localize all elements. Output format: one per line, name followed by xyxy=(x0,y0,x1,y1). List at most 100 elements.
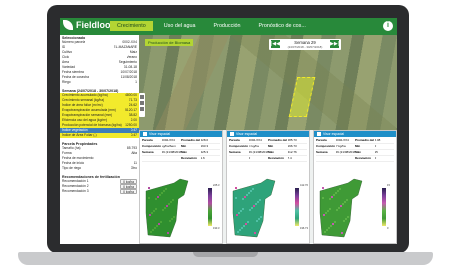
field-raster-map xyxy=(319,178,363,238)
spatial-viewer-panels: Visor espacial Parcela 0002-XX4 Promedio de… xyxy=(139,130,397,244)
raster-cell xyxy=(155,208,157,210)
stats-cell: 0 xyxy=(374,144,377,148)
raster-cell xyxy=(328,227,330,229)
nav-item-2[interactable]: Producción xyxy=(207,21,248,31)
raster-cell xyxy=(239,229,241,231)
layers-icon[interactable] xyxy=(140,107,144,111)
raster-cell xyxy=(235,197,237,199)
raster-cell xyxy=(242,208,244,210)
nav-item-3[interactable]: Pronóstico de cos... xyxy=(252,21,313,31)
color-scale-max: 412.76 xyxy=(300,184,308,187)
stats-cell: 0002-XX4 xyxy=(248,138,262,142)
raster-cell xyxy=(159,194,161,196)
raster-cell xyxy=(160,221,162,223)
stats-cell: C kg/ha xyxy=(248,144,259,148)
raster-cell xyxy=(248,192,250,194)
zoom-in-icon[interactable] xyxy=(140,95,144,99)
sidebar: Seleccionado Número parcela 0002-XX4 ID EL-M… xyxy=(60,35,140,244)
stats-row: Desviación 1.6 xyxy=(142,156,220,162)
stats-cell: 15 xyxy=(374,150,378,154)
stats-cell: Promedio del índice xyxy=(355,138,375,142)
raster-cell xyxy=(172,199,174,201)
panel-menu-icon[interactable] xyxy=(143,132,147,137)
row-label: Índice de Área Foliar (-) xyxy=(62,133,97,137)
field-raster-map xyxy=(232,178,276,238)
raster-cell xyxy=(344,201,346,203)
raster-cell xyxy=(330,225,332,227)
recommendation-button[interactable]: 0 kg/ha xyxy=(120,189,137,194)
stats-cell: 285.73 xyxy=(287,138,297,142)
raster-cell xyxy=(253,205,255,207)
raster-cell xyxy=(169,220,171,222)
field-raster-map xyxy=(145,178,189,238)
raster-cell xyxy=(154,227,156,229)
raster-cell xyxy=(148,187,150,189)
panel-menu-icon[interactable] xyxy=(230,132,234,137)
stats-cell: Máx xyxy=(355,150,361,154)
stats-cell: 0 xyxy=(248,156,251,160)
raster-cell xyxy=(325,212,327,214)
selected-field-polygon[interactable] xyxy=(288,77,316,117)
raster-cell xyxy=(249,209,251,211)
top-navbar: Fieldlook Crecimiento Uso del agua Producc… xyxy=(60,18,397,35)
stats-cell: Mín xyxy=(268,144,274,148)
raster-cell xyxy=(340,205,342,207)
raster-cell xyxy=(153,210,155,212)
zoom-out-icon[interactable] xyxy=(140,101,144,105)
stats-cell: 29 (21/08/2018) xyxy=(335,150,356,154)
raster-cell xyxy=(164,207,166,209)
stats-cell xyxy=(162,156,182,161)
week-selector: |◀◀ Semana 29 (24/07/2018 - 30/07/2018) … xyxy=(269,39,341,50)
stats-cell: 225.3 xyxy=(200,150,209,154)
raster-cell xyxy=(157,196,159,198)
raster-cell xyxy=(258,218,260,220)
row-label: Riego xyxy=(62,80,71,84)
map-tool-strip xyxy=(139,93,145,117)
info-icon[interactable]: i xyxy=(383,21,393,31)
raster-cell xyxy=(342,203,344,205)
stats-cell: Composición de datos xyxy=(229,144,249,148)
stats-cell: Promedio del índice xyxy=(268,138,288,142)
stats-cell: Semana xyxy=(316,150,328,154)
raster-cell xyxy=(331,196,333,198)
stats-cell: kg/ha/Sem xyxy=(161,144,176,148)
next-week-button[interactable]: ▶▶| xyxy=(330,40,339,48)
raster-cell xyxy=(260,216,262,218)
stats-cell: 193.3 xyxy=(200,144,209,148)
raster-cell xyxy=(237,231,239,233)
field-shape xyxy=(319,178,363,238)
color-scale-min: 196.73 xyxy=(300,227,308,230)
raster-cell xyxy=(322,187,324,189)
raster-cell xyxy=(335,192,337,194)
stats-cell: 7.4 xyxy=(287,156,292,160)
panel-stats-table: Parcela 0002-XX4 Promedio del índice228.0 C… xyxy=(140,137,222,163)
raster-cell xyxy=(242,198,244,200)
raster-cell xyxy=(167,232,169,234)
color-scale-max: 225.3 xyxy=(213,184,220,187)
raster-cell xyxy=(240,210,242,212)
stats-cell: Parcela xyxy=(229,138,240,142)
color-scale-min: 193.3 xyxy=(213,227,220,230)
panel-menu-icon[interactable] xyxy=(317,132,321,137)
raster-cell xyxy=(238,212,240,214)
raster-cell xyxy=(156,225,158,227)
panel-title: Visor espacial xyxy=(323,132,345,136)
app-logo[interactable]: Fieldlook xyxy=(63,20,116,30)
raster-cell xyxy=(170,201,172,203)
raster-cell xyxy=(332,223,334,225)
nav-item-1[interactable]: Uso del agua xyxy=(157,21,203,31)
nav-item-0[interactable]: Crecimiento xyxy=(110,21,153,31)
stats-cell: Mín xyxy=(181,144,187,148)
raster-cell xyxy=(251,207,253,209)
raster-cell xyxy=(254,232,256,234)
raster-cell xyxy=(333,194,335,196)
raster-cell xyxy=(329,198,331,200)
raster-cell xyxy=(245,223,247,225)
row-value: Alta xyxy=(131,151,137,155)
raster-cell xyxy=(166,205,168,207)
raster-cell xyxy=(336,209,338,211)
leaf-icon xyxy=(63,20,73,30)
satellite-map[interactable]: Producción de Biomasa |◀◀ Semana 29 (24/… xyxy=(139,35,397,130)
stats-cell: Composición de datos xyxy=(142,144,162,148)
